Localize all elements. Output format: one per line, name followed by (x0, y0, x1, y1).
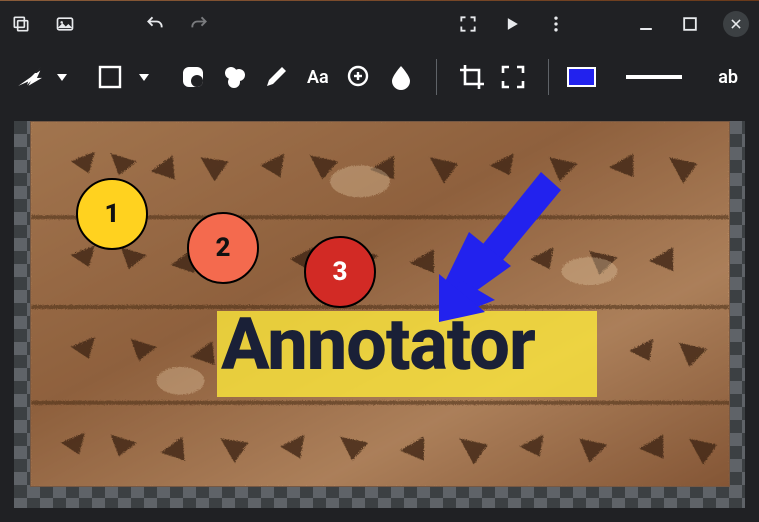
pencil-tool-icon[interactable] (260, 60, 294, 94)
shapes-group-icon[interactable] (218, 60, 252, 94)
window-toolbar (0, 1, 759, 47)
undo-icon[interactable] (144, 13, 166, 35)
marker-3[interactable]: 3 (304, 236, 376, 308)
crop-tool-icon[interactable] (455, 60, 489, 94)
marker-3-label: 3 (333, 257, 348, 287)
text-tool-icon[interactable]: Aa (301, 60, 335, 94)
annotation-toolbar: Aa ab (0, 47, 759, 107)
fill-color-swatch[interactable] (567, 67, 597, 87)
rectangle-tool-icon[interactable] (91, 60, 129, 94)
marker-2[interactable]: 2 (187, 212, 259, 284)
magnifier-tool-icon[interactable] (343, 60, 377, 94)
maximize-icon[interactable] (679, 13, 701, 35)
image-viewport[interactable]: 1 2 3 Annotator (30, 121, 730, 487)
stroke-weight-picker[interactable] (626, 75, 681, 79)
arrow-tool-icon[interactable] (14, 60, 48, 94)
text-annotation[interactable]: Annotator (221, 302, 535, 387)
marker-1[interactable]: 1 (76, 178, 148, 250)
shape-tool-menu-icon[interactable] (137, 60, 151, 94)
minimize-icon[interactable] (635, 13, 657, 35)
play-icon[interactable] (501, 13, 523, 35)
marker-2-label: 2 (216, 233, 231, 263)
toolbar-separator (548, 59, 549, 95)
close-icon[interactable] (723, 11, 749, 37)
blur-tool-icon[interactable] (384, 60, 418, 94)
text-style-button[interactable]: ab (711, 60, 745, 94)
text-annotation-label: Annotator (221, 302, 535, 387)
text-tool-label: Aa (307, 67, 329, 88)
save-image-icon[interactable] (54, 13, 76, 35)
marker-1-label: 1 (105, 199, 120, 229)
arrow-tool-menu-icon[interactable] (56, 60, 70, 94)
redo-icon[interactable] (188, 13, 210, 35)
text-style-label: ab (718, 67, 738, 88)
more-vert-icon[interactable] (545, 13, 567, 35)
copy-icon[interactable] (10, 13, 32, 35)
fullscreen-corners-icon[interactable] (457, 13, 479, 35)
canvas-area: 1 2 3 Annotator (0, 107, 759, 522)
fit-corners-icon[interactable] (496, 60, 530, 94)
toolbar-separator (436, 59, 437, 95)
mask-tool-icon[interactable] (176, 60, 210, 94)
